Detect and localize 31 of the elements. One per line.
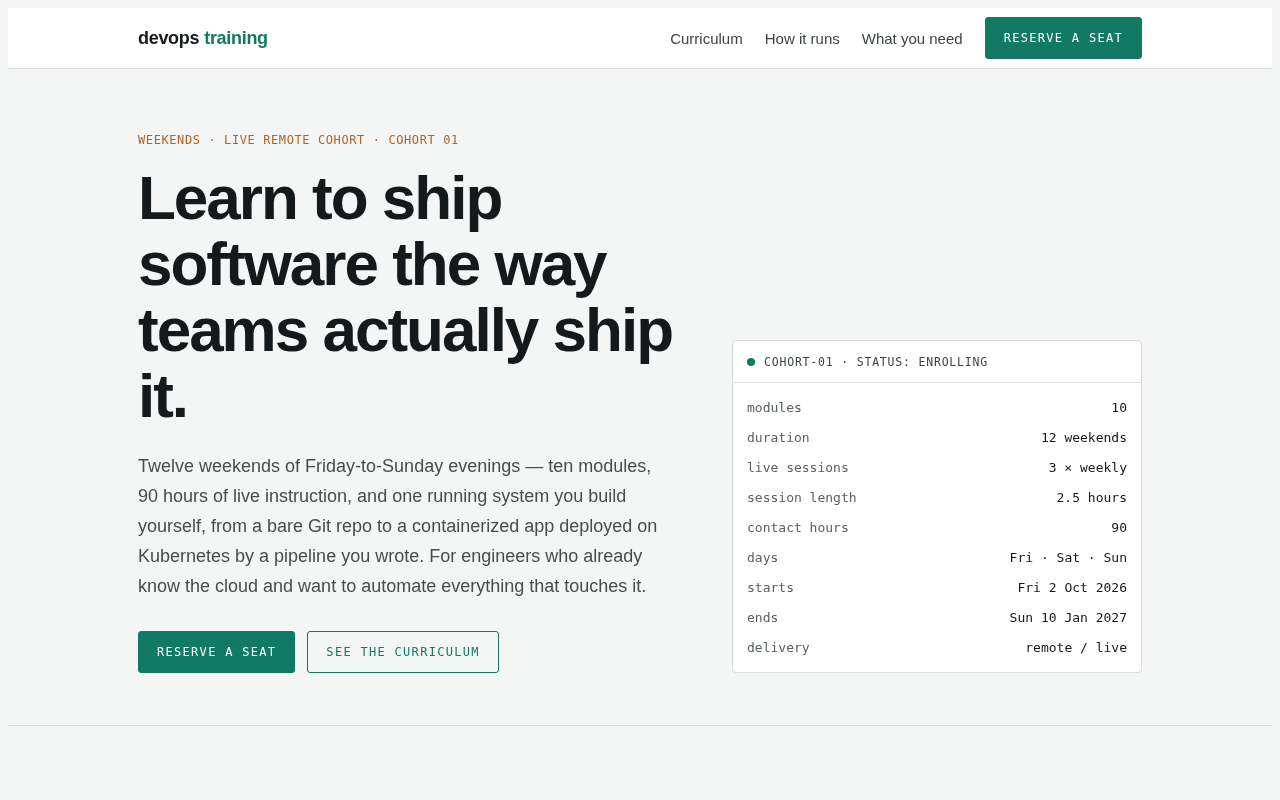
headline: Learn to ship software the way teams actually ship it. <box>138 165 674 429</box>
curriculum-button[interactable]: SEE THE CURRICULUM <box>307 631 499 673</box>
eyebrow-text: WEEKENDS · LIVE REMOTE COHORT · COHORT 01 <box>138 133 460 147</box>
detail-label: contact hours <box>747 519 849 535</box>
reserve-seat-button[interactable]: RESERVE A SEAT <box>138 631 296 673</box>
detail-value: 12 weekends <box>1040 429 1127 445</box>
detail-label: starts <box>747 579 794 595</box>
reserve-seat-button[interactable]: RESERVE A SEAT <box>984 17 1142 59</box>
detail-value: remote / live <box>1025 639 1127 655</box>
intro-paragraph: Twelve weekends of Friday-to-Sunday evenings — ten modules, 90 hours of live instruction, and one running system you build yourself, from a bare Git repo to a containerized app deployed on Kubernetes by a pipeline you wrote. For engineers who already know the cloud and want to automate everything that touches it. <box>138 455 659 598</box>
nav-link[interactable]: Curriculum <box>670 29 743 47</box>
detail-label: modules <box>747 399 802 415</box>
nav-link[interactable]: How it runs <box>764 29 840 47</box>
detail-value: 2.5 hours <box>1056 489 1127 505</box>
detail-value: Fri · Sat · Sun <box>1009 549 1127 565</box>
detail-label: ends <box>747 609 779 625</box>
detail-label: session length <box>747 489 857 505</box>
detail-value: 90 <box>1111 519 1127 535</box>
detail-label: live sessions <box>747 459 849 475</box>
detail-label: delivery <box>747 639 810 655</box>
logo-text[interactable]: devops <box>138 27 200 49</box>
detail-value: Fri 2 Oct 2026 <box>1017 579 1127 595</box>
logo-accent-text[interactable]: training <box>204 27 268 49</box>
detail-label: days <box>747 549 779 565</box>
detail-label: duration <box>747 429 810 445</box>
detail-value: Sun 10 Jan 2027 <box>1009 609 1127 625</box>
cohort-status-text: COHORT-01 · STATUS: ENROLLING <box>764 354 988 369</box>
nav-link[interactable]: What you need <box>861 29 963 47</box>
detail-value: 10 <box>1111 399 1127 415</box>
status-dot-icon <box>747 357 755 366</box>
detail-value: 3 × weekly <box>1048 459 1127 475</box>
